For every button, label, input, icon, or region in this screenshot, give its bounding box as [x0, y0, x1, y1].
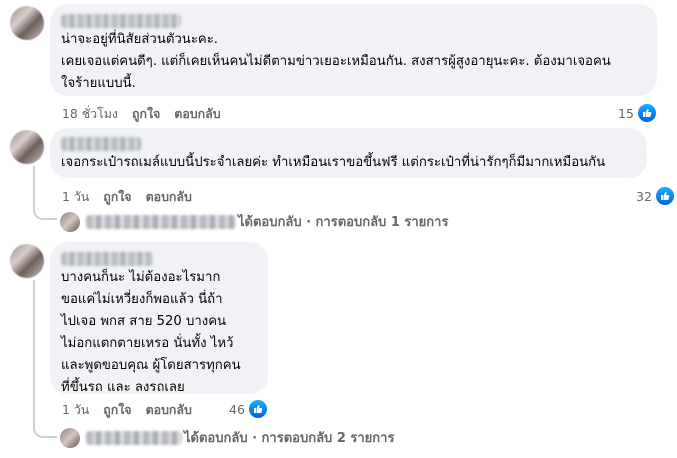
avatar[interactable]: [10, 244, 44, 278]
thread-connector: [33, 412, 57, 438]
view-replies-link[interactable]: ได้ตอบกลับ · การตอบกลับ 1 รายการ: [60, 211, 448, 232]
comment-bubble: น่าจะอยู่ที่นิสัยส่วนตัวนะคะ. เคยเจอแต่ค…: [50, 4, 657, 96]
reply-avatar: [60, 427, 80, 448]
thread-connector: [33, 280, 35, 420]
comment-actions: 18 ชั่วโมง ถูกใจ ตอบกลับ: [62, 105, 221, 124]
comment-bubble: บางคนก็นะ ไม่ต้องอะไรมาก ขอแค่ไม่เหวี่ยง…: [50, 242, 268, 395]
comment-time: 1 วัน: [62, 402, 90, 417]
comment-text: เจอกระเป๋ารถเมล์แบบนี้ประจำเลยค่ะ ทำเหมื…: [61, 155, 606, 170]
comment-actions: 1 วัน ถูกใจ ตอบกลับ: [62, 188, 192, 207]
comment-actions: 1 วัน ถูกใจ ตอบกลับ: [62, 401, 192, 420]
like-thumb-icon: [635, 102, 658, 124]
view-replies-link[interactable]: ได้ตอบกลับ · การตอบกลับ 2 รายการ: [60, 427, 394, 448]
avatar[interactable]: [10, 130, 44, 164]
comment-bubble: เจอกระเป๋ารถเมล์แบบนี้ประจำเลยค่ะ ทำเหมื…: [50, 128, 647, 178]
reply-avatar: [60, 211, 80, 232]
commenter-name[interactable]: [61, 14, 181, 28]
reaction-number: 15: [618, 105, 634, 121]
comment-text: บางคนก็นะ ไม่ต้องอะไรมาก ขอแค่ไม่เหวี่ยง…: [61, 270, 241, 395]
like-thumb-icon: [246, 398, 269, 420]
avatar[interactable]: [10, 6, 44, 40]
reaction-count[interactable]: 32: [636, 185, 676, 207]
like-button[interactable]: ถูกใจ: [132, 105, 160, 124]
commenter-name[interactable]: [61, 252, 153, 266]
reply-button[interactable]: ตอบกลับ: [146, 401, 192, 420]
replies-label: ได้ตอบกลับ · การตอบกลับ 2 รายการ: [184, 431, 395, 446]
commenter-name[interactable]: [61, 137, 141, 151]
like-button[interactable]: ถูกใจ: [103, 188, 131, 207]
comment-text: น่าจะอยู่ที่นิสัยส่วนตัวนะคะ. เคยเจอแต่ค…: [61, 32, 611, 91]
reaction-number: 32: [636, 188, 652, 204]
replier-name: [86, 430, 182, 445]
reaction-count[interactable]: 46: [229, 398, 269, 420]
reaction-count[interactable]: 15: [618, 102, 658, 124]
reaction-number: 46: [229, 401, 245, 417]
thread-connector: [33, 196, 57, 220]
reply-button[interactable]: ตอบกลับ: [174, 105, 220, 124]
comment-time: 18 ชั่วโมง: [62, 106, 118, 121]
replier-name: [86, 214, 236, 229]
comment-time: 1 วัน: [62, 189, 90, 204]
like-button[interactable]: ถูกใจ: [103, 401, 131, 420]
like-thumb-icon: [653, 185, 676, 207]
reply-button[interactable]: ตอบกลับ: [146, 188, 192, 207]
replies-label: ได้ตอบกลับ · การตอบกลับ 1 รายการ: [238, 215, 449, 230]
